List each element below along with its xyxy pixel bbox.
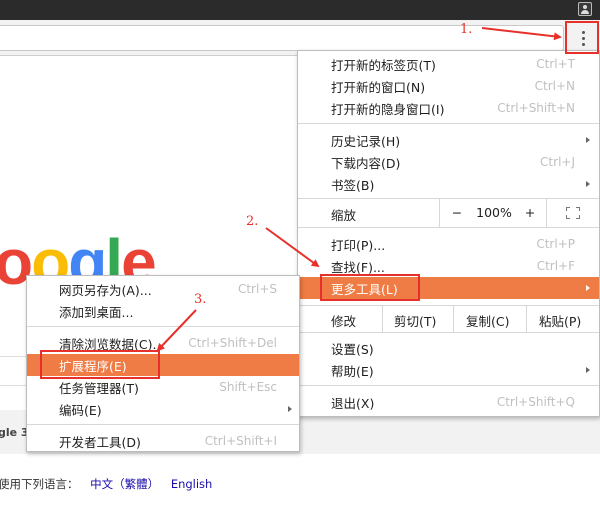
menu-separator — [27, 424, 299, 425]
edit-row: 修改 剪切(T) 复制(C) 粘贴(P) — [298, 306, 599, 332]
annotation-step-1: 1. — [460, 22, 473, 37]
submenu-arrow-icon — [586, 137, 590, 143]
zoom-label: 缩放 — [331, 208, 357, 223]
fullscreen-icon[interactable] — [566, 207, 580, 219]
submenu-arrow-icon — [586, 285, 590, 291]
menu-separator — [298, 332, 599, 333]
zoom-out-button[interactable]: − — [449, 205, 465, 220]
submenu-item-dev-tools[interactable]: 开发者工具(D) Ctrl+Shift+I — [27, 430, 299, 452]
language-link-english[interactable]: English — [171, 477, 213, 491]
submenu-item-save-page[interactable]: 网页另存为(A)... Ctrl+S — [27, 278, 299, 300]
menu-item-print[interactable]: 打印(P)... Ctrl+P — [298, 233, 599, 255]
menu-item-help[interactable]: 帮助(E) — [298, 359, 599, 381]
menu-separator — [298, 227, 599, 228]
menu-item-new-window[interactable]: 打开新的窗口(N) Ctrl+N — [298, 75, 599, 97]
menu-separator — [298, 123, 599, 124]
title-bar — [0, 0, 600, 20]
menu-item-bookmarks[interactable]: 书签(B) — [298, 173, 599, 195]
menu-separator — [27, 326, 299, 327]
submenu-arrow-icon — [288, 406, 292, 412]
footer-fragment-text: gle 3 — [0, 426, 29, 439]
submenu-arrow-icon — [586, 367, 590, 373]
annotation-box-more-tools — [320, 274, 420, 301]
language-link-traditional-chinese[interactable]: 中文（繁體） — [90, 477, 159, 491]
copy-button[interactable]: 复制(C) — [466, 311, 509, 330]
paste-button[interactable]: 粘贴(P) — [539, 311, 581, 330]
menu-item-new-tab[interactable]: 打开新的标签页(T) Ctrl+T — [298, 53, 599, 75]
menu-item-exit[interactable]: 退出(X) Ctrl+Shift+Q — [298, 391, 599, 413]
menu-separator — [298, 385, 599, 386]
menu-item-downloads[interactable]: 下载内容(D) Ctrl+J — [298, 151, 599, 173]
menu-item-history[interactable]: 历史记录(H) — [298, 129, 599, 151]
annotation-step-2: 2. — [246, 214, 259, 229]
chrome-main-menu: 打开新的标签页(T) Ctrl+T 打开新的窗口(N) Ctrl+N 打开新的隐… — [297, 50, 600, 417]
submenu-arrow-icon — [586, 181, 590, 187]
zoom-in-button[interactable]: + — [522, 205, 538, 220]
language-prompt: 使用下列语言： — [0, 477, 79, 491]
annotation-step-3: 3. — [194, 292, 207, 307]
cut-button[interactable]: 剪切(T) — [394, 311, 436, 330]
menu-item-new-incognito[interactable]: 打开新的隐身窗口(I) Ctrl+Shift+N — [298, 97, 599, 119]
menu-item-settings[interactable]: 设置(S) — [298, 337, 599, 359]
submenu-item-task-manager[interactable]: 任务管理器(T) Shift+Esc — [27, 376, 299, 398]
annotation-box-menu-button — [565, 21, 599, 54]
zoom-row: 缩放 − 100% + — [298, 199, 599, 227]
language-row: 使用下列语言： 中文（繁體） English — [0, 476, 212, 492]
submenu-item-add-to-desktop[interactable]: 添加到桌面... — [27, 300, 299, 322]
zoom-level: 100% — [476, 205, 512, 220]
submenu-item-encoding[interactable]: 编码(E) — [27, 398, 299, 420]
annotation-box-extensions — [40, 350, 160, 379]
address-bar[interactable] — [0, 25, 564, 51]
user-profile-icon[interactable] — [578, 2, 592, 16]
edit-label: 修改 — [331, 314, 357, 329]
